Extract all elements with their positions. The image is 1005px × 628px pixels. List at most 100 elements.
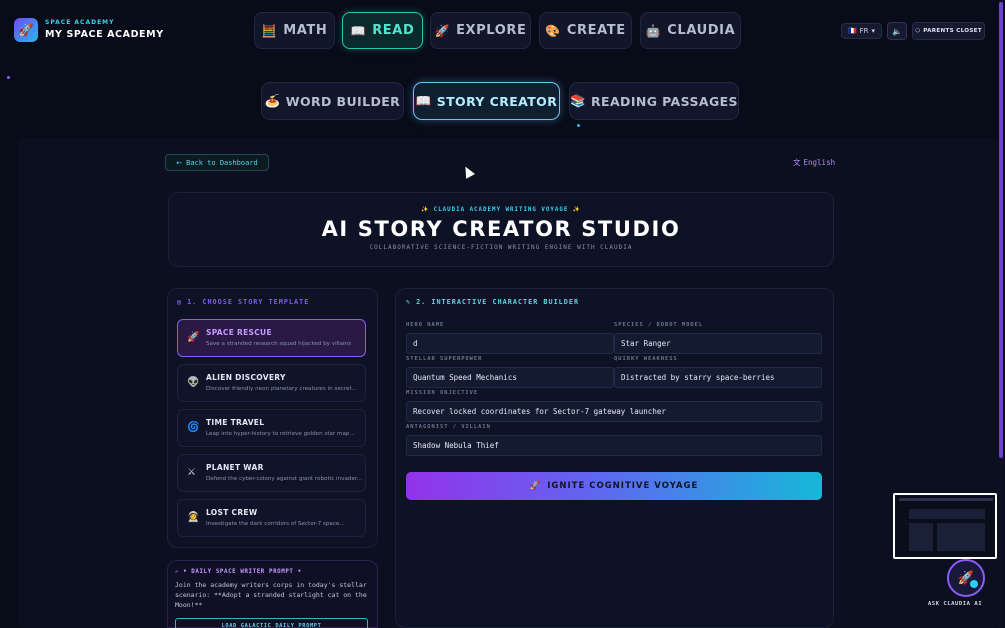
pasta-icon: 🍝 — [264, 93, 281, 108]
builder-section-title: ✎ 2. INTERACTIVE CHARACTER BUILDER — [406, 298, 579, 306]
minimap-preview[interactable] — [893, 493, 997, 559]
subtab-label: STORY CREATOR — [436, 93, 558, 109]
shield-icon: ⬡ — [915, 28, 921, 34]
pencil-icon: ✎ — [406, 298, 412, 306]
decor-dot — [577, 124, 580, 127]
nav-tab-math[interactable]: 🧮 MATH — [254, 12, 335, 49]
subtab-word-builder[interactable]: 🍝 WORD BUILDER — [261, 82, 404, 120]
daily-prompt-text: Join the academy writers corps in today'… — [175, 581, 367, 609]
template-space-rescue[interactable]: 🚀 SPACE RESCUE Save a stranded research … — [177, 319, 366, 357]
brand-title: MY SPACE ACADEMY — [45, 29, 164, 40]
claudia-ai-button[interactable]: 🚀 — [947, 559, 985, 597]
sound-toggle-button[interactable]: 🔈 — [887, 22, 907, 40]
top-header: 🚀 SPACE ACADEMY MY SPACE ACADEMY 🧮 MATH … — [0, 0, 1005, 62]
villain-label: ANTAGONIST / VILLAIN — [406, 424, 491, 430]
template-title: TIME TRAVEL — [206, 418, 265, 427]
subtab-label: READING PASSAGES — [591, 93, 738, 109]
nav-tab-label: EXPLORE — [456, 23, 527, 38]
minimap-templates — [909, 523, 933, 551]
subtab-reading-passages[interactable]: 📚 READING PASSAGES — [569, 82, 739, 120]
parents-closet-label: PARENTS CLOSET — [923, 28, 982, 34]
alien-icon: 👽 — [187, 377, 200, 388]
template-section-label: 1. CHOOSE STORY TEMPLATE — [187, 298, 310, 306]
book-icon: 📖 — [415, 93, 432, 108]
sparkle-pencil-icon: ✍ — [175, 569, 180, 575]
nav-tab-claudia[interactable]: 🤖 CLAUDIA — [640, 12, 741, 49]
palette-icon: 🎨 — [545, 23, 561, 38]
objective-label: MISSION OBJECTIVE — [406, 390, 479, 396]
hero-kicker: ✨ CLAUDIA ACADEMY WRITING VOYAGE ✨ — [420, 207, 582, 213]
rocket-icon: 🚀 — [529, 481, 542, 491]
rocket-icon: 🚀 — [434, 23, 451, 38]
load-daily-prompt-button[interactable]: LOAD GALACTIC DAILY PROMPT — [175, 618, 368, 628]
parents-closet-button[interactable]: ⬡ PARENTS CLOSET — [912, 22, 985, 40]
rocket-icon: 🚀 — [187, 332, 200, 343]
template-lost-crew[interactable]: 👩‍🚀 LOST CREW Investigate the dark corri… — [177, 499, 366, 537]
template-desc: Discover friendly neon planetary creatur… — [206, 386, 357, 392]
decor-dot — [7, 76, 10, 79]
language-toggle[interactable]: 文 English — [793, 157, 835, 168]
crossed-swords-icon: ⚔ — [187, 467, 196, 478]
template-title: LOST CREW — [206, 508, 258, 517]
superpower-label: STELLAR SUPERPOWER — [406, 356, 483, 362]
online-status-dot — [970, 580, 978, 588]
nav-tab-label: READ — [372, 23, 415, 38]
template-title: PLANET WAR — [206, 463, 264, 472]
hero-subtitle: COLLABORATIVE SCIENCE-FICTION WRITING EN… — [369, 244, 633, 251]
brand-subtitle: SPACE ACADEMY — [45, 19, 115, 26]
chevron-down-icon: ▾ — [871, 27, 876, 35]
rocket-icon[interactable]: 🚀 — [14, 18, 38, 42]
robot-icon: 🤖 — [645, 23, 662, 38]
template-alien-discovery[interactable]: 👽 ALIEN DISCOVERY Discover friendly neon… — [177, 364, 366, 402]
language-code: FR — [859, 27, 869, 35]
ignite-voyage-button[interactable]: 🚀 IGNITE COGNITIVE VOYAGE — [406, 472, 822, 500]
nav-tab-label: CLAUDIA — [667, 23, 736, 38]
ignite-label: IGNITE COGNITIVE VOYAGE — [547, 481, 699, 491]
subtab-label: WORD BUILDER — [285, 93, 401, 109]
books-icon: 📚 — [570, 93, 586, 108]
weakness-input[interactable]: Distracted by starry space-berries — [614, 367, 822, 388]
arrow-left-icon: ← — [176, 158, 183, 167]
template-time-travel[interactable]: 🌀 TIME TRAVEL Leap into hyper-history to… — [177, 409, 366, 447]
template-desc: Leap into hyper-history to retrieve gold… — [206, 431, 355, 437]
daily-prompt-title: ✍ • DAILY SPACE WRITER PROMPT • — [175, 569, 302, 575]
species-input[interactable]: Star Ranger — [614, 333, 822, 354]
template-section-title: ▤ 1. CHOOSE STORY TEMPLATE — [177, 298, 309, 306]
speaker-icon: 🔈 — [892, 26, 902, 36]
flag-icon: 🇫🇷 — [847, 27, 857, 35]
superpower-input[interactable]: Quantum Speed Mechanics — [406, 367, 614, 388]
template-desc: Investigate the dark corridors of Sector… — [206, 521, 345, 527]
page-title: AI STORY CREATOR STUDIO — [321, 217, 681, 241]
template-planet-war[interactable]: ⚔ PLANET WAR Defend the cyber-colony aga… — [177, 454, 366, 492]
nav-tab-create[interactable]: 🎨 CREATE — [539, 12, 632, 49]
weakness-label: QUIRKY WEAKNESS — [614, 356, 678, 362]
minimap-header — [899, 498, 993, 501]
hero-name-input[interactable]: d — [406, 333, 614, 354]
astronaut-icon: 👩‍🚀 — [187, 512, 200, 523]
scrollbar-thumb[interactable] — [999, 2, 1003, 458]
language-label: English — [803, 158, 836, 167]
template-title: ALIEN DISCOVERY — [206, 373, 286, 382]
daily-prompt-label: • DAILY SPACE WRITER PROMPT • — [183, 569, 302, 575]
template-desc: Defend the cyber-colony against giant ro… — [206, 476, 363, 482]
minimap-builder — [937, 523, 985, 551]
minimap-hero — [909, 509, 985, 519]
template-title: SPACE RESCUE — [206, 328, 272, 337]
objective-input[interactable]: Recover locked coordinates for Sector-7 … — [406, 401, 822, 422]
document-icon: ▤ — [177, 298, 183, 306]
builder-section-label: 2. INTERACTIVE CHARACTER BUILDER — [416, 298, 580, 306]
nav-tab-label: MATH — [283, 23, 328, 38]
nav-tab-label: CREATE — [566, 23, 626, 38]
claudia-ai-label: ASK CLAUDIA AI — [927, 601, 983, 607]
hero-card: ✨ CLAUDIA ACADEMY WRITING VOYAGE ✨ AI ST… — [168, 192, 834, 267]
template-desc: Save a stranded research squad hijacked … — [206, 341, 352, 347]
villain-input[interactable]: Shadow Nebula Thief — [406, 435, 822, 456]
hero-name-label: HERO NAME — [406, 322, 445, 328]
nav-tab-explore[interactable]: 🚀 EXPLORE — [430, 12, 531, 49]
abacus-icon: 🧮 — [261, 23, 278, 38]
subtab-story-creator[interactable]: 📖 STORY CREATOR — [413, 82, 560, 120]
language-select[interactable]: 🇫🇷 FR ▾ — [841, 23, 882, 39]
back-to-dashboard-button[interactable]: ← Back to Dashboard — [165, 154, 269, 171]
translate-icon: 文 — [793, 158, 801, 167]
nav-tab-read[interactable]: 📖 READ — [342, 12, 423, 49]
